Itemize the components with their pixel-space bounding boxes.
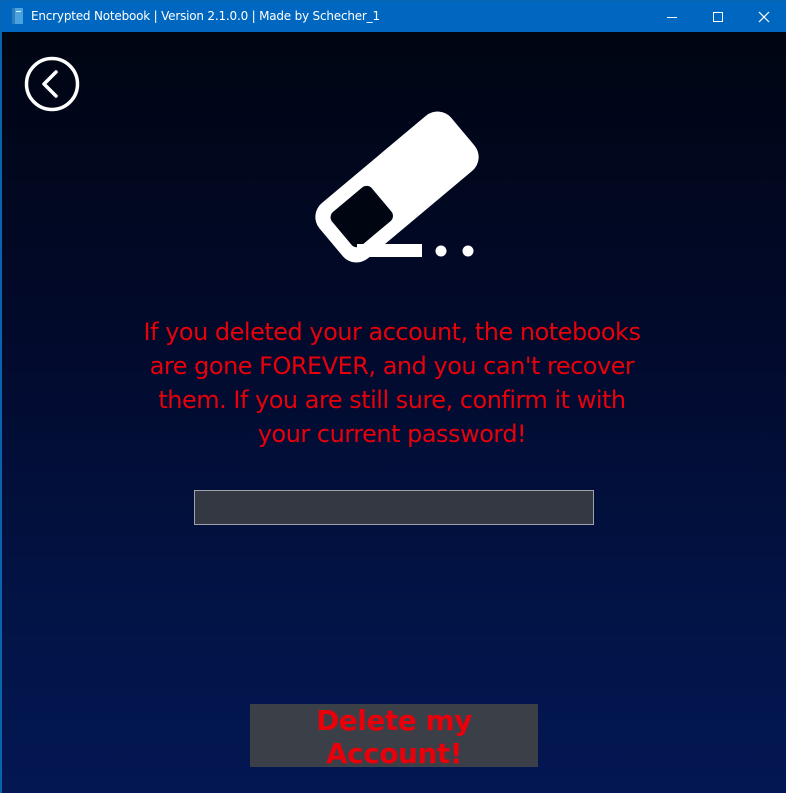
minimize-icon: [667, 16, 677, 18]
delete-account-page: If you deleted your account, the noteboo…: [2, 32, 786, 793]
minimize-button[interactable]: [649, 1, 695, 32]
notebook-icon: [12, 8, 23, 24]
title-bar[interactable]: Encrypted Notebook | Version 2.1.0.0 | M…: [1, 1, 786, 32]
window-title: Encrypted Notebook | Version 2.1.0.0 | M…: [31, 9, 380, 23]
eraser-icon: [315, 111, 479, 263]
maximize-button[interactable]: [695, 1, 741, 32]
warning-message: If you deleted your account, the noteboo…: [143, 318, 641, 448]
app-window: Encrypted Notebook | Version 2.1.0.0 | M…: [0, 0, 786, 793]
back-arrow-icon[interactable]: [24, 56, 80, 112]
delete-account-button[interactable]: Delete my Account!: [250, 704, 538, 770]
close-button[interactable]: [741, 1, 786, 32]
close-icon: [758, 11, 770, 22]
password-field[interactable]: [194, 490, 594, 525]
maximize-icon: [713, 11, 723, 22]
